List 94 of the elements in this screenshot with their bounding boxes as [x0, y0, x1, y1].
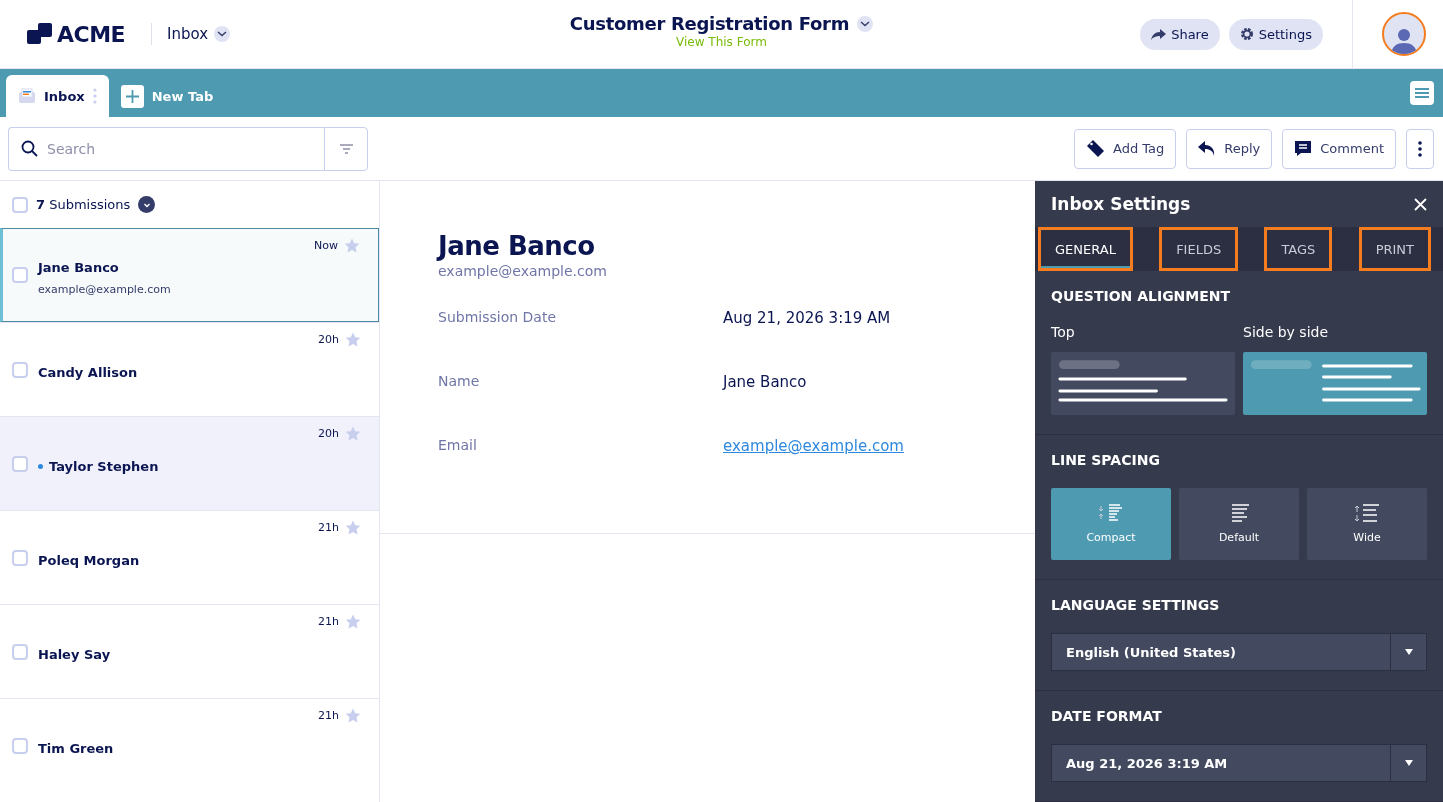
- unread-dot: [38, 464, 43, 469]
- add-tag-button[interactable]: Add Tag: [1073, 128, 1177, 169]
- more-button[interactable]: [1406, 128, 1434, 169]
- logo-text: ACME: [57, 21, 126, 47]
- submission-time: 20h: [318, 333, 339, 346]
- settings-tab[interactable]: TAGS: [1264, 227, 1333, 271]
- submission-time: 20h: [318, 427, 339, 440]
- star-icon[interactable]: [345, 614, 361, 629]
- field-label: Submission Date: [438, 309, 557, 327]
- settings-tab[interactable]: PRINT: [1358, 227, 1431, 271]
- date-format-select[interactable]: Aug 21, 2026 3:19 AM: [1051, 744, 1427, 782]
- reply-button[interactable]: Reply: [1186, 128, 1273, 169]
- settings-tab[interactable]: FIELDS: [1159, 227, 1239, 271]
- logo-icon: [27, 21, 53, 47]
- caret-down-icon: [1404, 760, 1413, 766]
- submitter-name: Jane Banco: [38, 260, 119, 275]
- submission-time: 21h: [318, 521, 339, 534]
- line-spacing-option[interactable]: Default: [1179, 488, 1299, 560]
- layout-preview[interactable]: [1051, 352, 1235, 415]
- section-heading: LANGUAGE SETTINGS: [1051, 597, 1221, 613]
- field-value: Aug 21, 2026 3:19 AM: [723, 309, 891, 327]
- submission-item[interactable]: Taylor Stephen 20h: [0, 416, 379, 510]
- email-link[interactable]: example@example.com: [723, 437, 904, 455]
- search-field[interactable]: Search: [8, 126, 324, 171]
- share-button[interactable]: Share: [1140, 18, 1220, 50]
- star-icon[interactable]: [345, 520, 361, 535]
- submitter-name-heading: Jane Banco: [438, 231, 596, 261]
- star-icon[interactable]: [345, 426, 361, 441]
- option-label: Side by side: [1243, 324, 1330, 340]
- chevron-down-icon: [860, 20, 871, 27]
- section-heading: DATE FORMAT: [1051, 708, 1163, 724]
- submitter-name: Taylor Stephen: [49, 459, 159, 474]
- line-spacing-option[interactable]: Wide: [1307, 488, 1427, 560]
- close-button[interactable]: [1414, 197, 1427, 211]
- checkbox[interactable]: [12, 643, 28, 660]
- field-label: Name: [438, 373, 481, 391]
- submission-item[interactable]: Jane Banco example@example.com Now: [0, 228, 379, 322]
- share-arrow-icon: [1151, 27, 1167, 41]
- menu-icon: [1415, 87, 1429, 99]
- gear-icon: [1239, 27, 1254, 41]
- caret-down-icon: [1404, 649, 1413, 655]
- more-vertical-icon: [92, 87, 97, 105]
- select-all-checkbox[interactable]: [12, 196, 28, 213]
- submission-time: Now: [314, 239, 338, 252]
- tag-icon: [1085, 139, 1105, 158]
- field-label: Email: [438, 437, 478, 455]
- submission-count: 7 Submissions: [36, 197, 131, 212]
- submitter-email: example@example.com: [38, 283, 171, 296]
- comment-button[interactable]: Comment: [1282, 128, 1396, 169]
- checkbox[interactable]: [12, 267, 28, 283]
- submission-time: 21h: [318, 709, 339, 722]
- submitter-name: Candy Allison: [38, 365, 138, 380]
- filter-button[interactable]: [324, 126, 368, 171]
- line-spacing-icon: [1353, 504, 1381, 522]
- panel-title: Inbox Settings: [1051, 194, 1191, 214]
- more-vertical-icon: [1418, 139, 1422, 158]
- plus-icon: [124, 88, 140, 104]
- settings-tab[interactable]: GENERAL: [1038, 227, 1133, 271]
- checkbox[interactable]: [12, 361, 28, 378]
- envelope-icon: [18, 88, 36, 104]
- line-spacing-icon: [1097, 504, 1125, 522]
- section-heading: QUESTION ALIGNMENT: [1051, 288, 1232, 304]
- filter-icon: [339, 143, 353, 154]
- field-value: Jane Banco: [723, 373, 807, 391]
- submitter-name: Haley Say: [38, 647, 111, 662]
- section-heading: LINE SPACING: [1051, 452, 1161, 468]
- star-icon[interactable]: [344, 238, 360, 253]
- tab[interactable]: Inbox: [6, 75, 109, 117]
- submission-item[interactable]: Haley Say 21h: [0, 604, 379, 698]
- submitter-email: example@example.com: [438, 263, 608, 279]
- close-icon: [1414, 197, 1427, 211]
- inbox-dropdown[interactable]: Inbox: [167, 25, 231, 43]
- star-icon[interactable]: [345, 332, 361, 347]
- language-select[interactable]: English (United States): [1051, 633, 1427, 671]
- menu-button[interactable]: [1410, 81, 1434, 105]
- submitter-name: Tim Green: [38, 741, 114, 756]
- chevron-down-icon: [217, 31, 228, 37]
- count-dropdown-button[interactable]: [138, 196, 156, 213]
- submitter-name: Poleq Morgan: [38, 553, 140, 568]
- comment-icon: [1294, 140, 1313, 157]
- settings-button[interactable]: Settings: [1228, 18, 1323, 50]
- submission-item[interactable]: Poleq Morgan 21h: [0, 510, 379, 604]
- checkbox[interactable]: [12, 549, 28, 566]
- option-label: Top: [1051, 324, 1076, 340]
- form-title: Customer Registration Form: [569, 13, 850, 34]
- reply-arrow-icon: [1198, 140, 1217, 157]
- search-icon: [21, 139, 38, 157]
- avatar[interactable]: [1382, 12, 1426, 56]
- form-dropdown-button[interactable]: [857, 15, 874, 32]
- submission-time: 21h: [318, 615, 339, 628]
- checkbox[interactable]: [12, 455, 28, 472]
- star-icon[interactable]: [345, 708, 361, 723]
- submission-item[interactable]: Tim Green 21h: [0, 698, 379, 792]
- checkbox[interactable]: [12, 737, 28, 754]
